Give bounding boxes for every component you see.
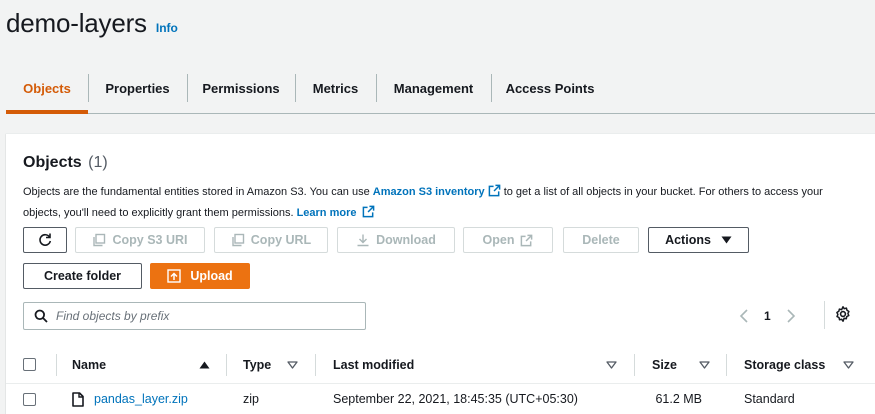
- copy-url-label: Copy URL: [250, 233, 312, 247]
- delete-label: Delete: [582, 233, 620, 247]
- tab-label: Management: [393, 80, 474, 96]
- actions-label: Actions: [665, 233, 711, 247]
- chevron-left-icon[interactable]: [739, 309, 749, 323]
- object-storage-class-cell: Standard: [744, 384, 795, 414]
- gear-icon[interactable]: [834, 305, 852, 323]
- table-row[interactable]: pandas_layer.zip zip September 22, 2021,…: [6, 384, 875, 414]
- search-input[interactable]: [56, 304, 356, 328]
- file-icon: [72, 391, 84, 407]
- page-header: demo-layers Info: [6, 8, 178, 44]
- learn-more-label: Learn more: [296, 207, 357, 219]
- delete-button[interactable]: Delete: [563, 227, 639, 253]
- page-title: demo-layers: [6, 8, 147, 38]
- object-size-cell: 61.2 MB: [655, 384, 702, 414]
- object-type-cell: zip: [243, 384, 259, 414]
- column-header-label: Name: [72, 357, 107, 372]
- tab-label: Objects: [23, 80, 71, 96]
- object-name-link[interactable]: pandas_layer.zip: [94, 392, 188, 406]
- upload-icon: [167, 269, 182, 283]
- external-link-icon: [488, 184, 500, 197]
- tab-properties[interactable]: Properties: [88, 64, 187, 112]
- tab-metrics[interactable]: Metrics: [295, 64, 376, 112]
- objects-count: (1): [88, 154, 108, 171]
- copy-icon: [93, 233, 106, 247]
- external-link-icon: [363, 205, 375, 218]
- column-header-last-modified[interactable]: Last modified: [333, 346, 414, 383]
- open-button[interactable]: Open: [463, 227, 553, 253]
- object-size: 61.2 MB: [655, 392, 702, 406]
- row-select-cell: [23, 384, 36, 414]
- tab-label: Access Points: [505, 80, 595, 96]
- inventory-link-label: Amazon S3 inventory: [372, 186, 485, 198]
- copy-icon: [232, 233, 244, 247]
- objects-table: Name Type Last modified Size Storage cla…: [6, 346, 875, 414]
- object-name-cell: pandas_layer.zip: [72, 384, 188, 414]
- objects-description: Objects are the fundamental entities sto…: [23, 182, 843, 224]
- external-link-icon: [521, 234, 533, 246]
- info-link[interactable]: Info: [156, 21, 178, 35]
- copy-s3-uri-label: Copy S3 URI: [112, 233, 188, 247]
- copy-s3-uri-button[interactable]: Copy S3 URI: [75, 227, 205, 253]
- objects-heading-label: Objects: [23, 154, 82, 171]
- create-folder-button[interactable]: Create folder: [23, 263, 142, 289]
- actions-dropdown[interactable]: Actions: [648, 227, 749, 253]
- column-divider: [56, 354, 57, 376]
- upload-label: Upload: [190, 269, 233, 283]
- tab-label: Permissions: [202, 80, 280, 96]
- download-button[interactable]: Download: [337, 227, 455, 253]
- inventory-link[interactable]: Amazon S3 inventory: [372, 184, 501, 198]
- tab-access-points[interactable]: Access Points: [491, 64, 609, 112]
- create-folder-label: Create folder: [43, 269, 122, 283]
- column-header-label: Size: [652, 357, 678, 372]
- tab-management[interactable]: Management: [376, 64, 491, 112]
- tab-objects[interactable]: Objects: [6, 64, 88, 114]
- column-divider: [634, 354, 635, 376]
- filter-caret-icon[interactable]: [699, 361, 710, 369]
- object-type: zip: [243, 392, 259, 406]
- tab-label: Metrics: [312, 80, 359, 96]
- select-all-cell: [23, 346, 36, 383]
- sort-ascending-icon[interactable]: [199, 361, 210, 369]
- tab-label: Properties: [105, 80, 170, 96]
- description-text: Objects are the fundamental entities sto…: [23, 186, 373, 198]
- column-header-label: Type: [243, 357, 272, 372]
- column-header-label: Last modified: [333, 357, 415, 372]
- column-divider: [226, 354, 227, 376]
- refresh-button[interactable]: [23, 227, 67, 253]
- tab-permissions[interactable]: Permissions: [187, 64, 295, 112]
- object-storage-class: Standard: [744, 392, 795, 406]
- copy-url-button[interactable]: Copy URL: [214, 227, 328, 253]
- object-last-modified: September 22, 2021, 18:45:35 (UTC+05:30): [333, 392, 578, 406]
- column-header-type[interactable]: Type: [243, 346, 271, 383]
- pagination-divider: [824, 301, 825, 329]
- column-divider: [315, 354, 316, 376]
- upload-button[interactable]: Upload: [150, 263, 250, 289]
- search-icon: [34, 309, 48, 323]
- column-divider: [726, 354, 727, 376]
- download-label: Download: [376, 233, 436, 247]
- column-header-label: Storage class: [744, 357, 826, 372]
- tab-bar: Objects Properties Permissions Metrics M…: [6, 64, 875, 114]
- filter-caret-icon[interactable]: [606, 361, 617, 369]
- object-last-modified-cell: September 22, 2021, 18:45:35 (UTC+05:30): [333, 384, 578, 414]
- column-header-storage-class[interactable]: Storage class: [744, 346, 825, 383]
- table-header: Name Type Last modified Size Storage cla…: [6, 346, 875, 384]
- chevron-right-icon[interactable]: [786, 309, 796, 323]
- learn-more-link[interactable]: Learn more: [296, 205, 376, 219]
- objects-container: Objects (1) Objects are the fundamental …: [6, 133, 875, 414]
- download-icon: [357, 234, 369, 247]
- current-page-number[interactable]: 1: [764, 309, 771, 323]
- select-all-checkbox[interactable]: [23, 358, 36, 371]
- objects-heading: Objects (1): [23, 154, 108, 172]
- open-label: Open: [482, 233, 515, 247]
- search-field[interactable]: [23, 302, 366, 330]
- pagination: 1: [739, 304, 796, 328]
- caret-down-icon: [721, 236, 732, 244]
- row-checkbox[interactable]: [23, 392, 36, 406]
- column-header-size[interactable]: Size: [652, 346, 677, 383]
- column-header-name[interactable]: Name: [72, 346, 106, 383]
- refresh-icon: [39, 233, 52, 246]
- filter-caret-icon[interactable]: [843, 361, 854, 369]
- filter-caret-icon[interactable]: [287, 361, 298, 369]
